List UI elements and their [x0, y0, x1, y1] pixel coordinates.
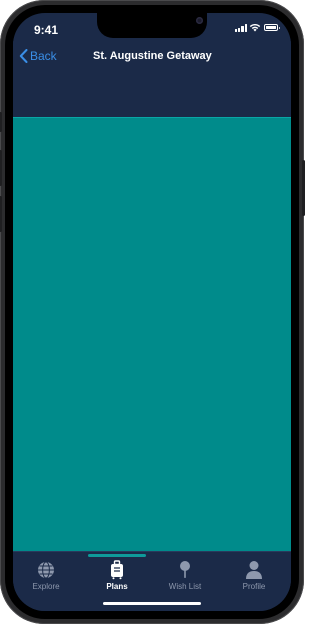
tab-wish-list[interactable]: Wish List	[155, 560, 215, 591]
mute-switch	[0, 112, 2, 132]
tab-profile[interactable]: Profile	[224, 560, 284, 591]
tab-label-profile: Profile	[242, 582, 266, 591]
globe-icon	[38, 561, 54, 579]
battery-icon	[264, 24, 280, 31]
front-camera	[196, 17, 203, 24]
person-icon	[246, 561, 262, 579]
home-indicator[interactable]	[103, 602, 201, 605]
tab-explore[interactable]: Explore	[16, 560, 76, 591]
notch	[97, 13, 207, 38]
power-button	[302, 160, 305, 216]
tab-bar: Explore Plans Wish List Profile	[13, 551, 291, 611]
wifi-icon	[249, 23, 261, 32]
tab-label-plans: Plans	[106, 582, 128, 591]
suitcase-icon	[111, 560, 123, 580]
cellular-signal-icon	[235, 24, 247, 32]
tab-label-explore: Explore	[32, 582, 60, 591]
tab-plans[interactable]: Plans	[87, 560, 147, 591]
active-tab-indicator	[88, 554, 146, 557]
page-title: St. Augustine Getaway	[93, 50, 212, 62]
screen: 9:41 Back St. Augustine Getaway Explore …	[13, 13, 291, 611]
volume-down-button	[0, 196, 2, 232]
chevron-left-icon	[19, 49, 28, 63]
back-label: Back	[30, 49, 57, 63]
volume-up-button	[0, 150, 2, 186]
tab-label-wish-list: Wish List	[168, 582, 202, 591]
device-frame: 9:41 Back St. Augustine Getaway Explore …	[0, 0, 305, 624]
pin-icon	[180, 561, 190, 578]
back-button[interactable]: Back	[19, 49, 57, 63]
main-content	[13, 117, 291, 552]
status-time: 9:41	[34, 23, 59, 37]
